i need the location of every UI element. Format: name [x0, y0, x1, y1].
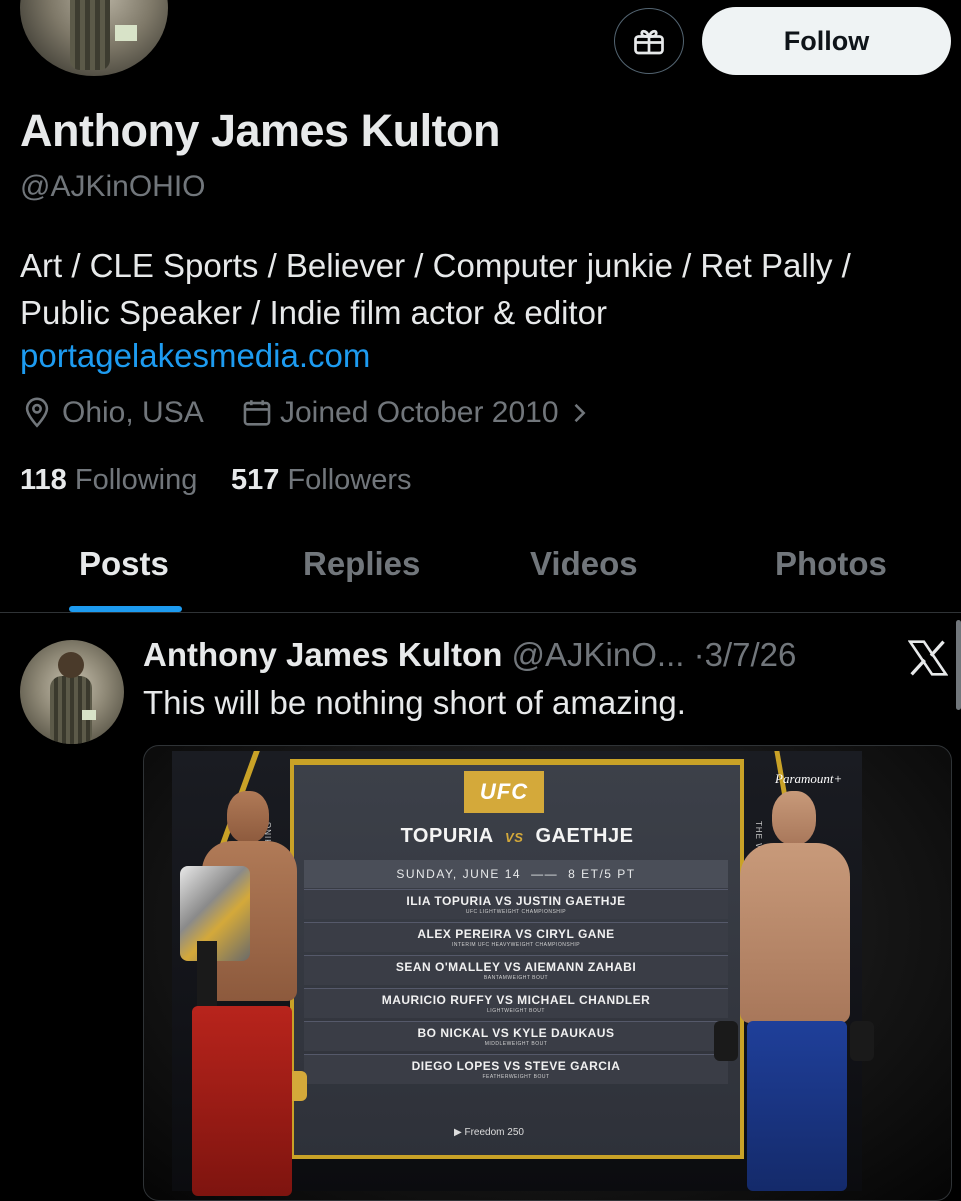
following-number: 118 [20, 464, 67, 496]
following-label: Following [74, 464, 198, 496]
main-event-vs: VS [505, 830, 524, 845]
location-pin-icon [25, 397, 49, 428]
profile-name: Anthony James Kulton [20, 105, 501, 156]
followers-count[interactable]: 517 Followers [231, 464, 412, 497]
bout-division: LIGHTWEIGHT BOUT [487, 1008, 545, 1014]
calendar-icon [243, 400, 271, 426]
bio-line: Public Speaker / Indie film actor & edit… [20, 294, 607, 331]
location: Ohio, USA [20, 396, 204, 430]
event-date: SUNDAY, JUNE 14 [396, 867, 522, 881]
bout-row: ALEX PEREIRA VS CIRYL GANE INTERIM UFC H… [304, 922, 728, 952]
scrollbar[interactable] [956, 620, 961, 710]
joined-text: Joined October 2010 [280, 396, 559, 429]
tab-posts[interactable]: Posts [79, 545, 169, 583]
gift-button[interactable] [614, 8, 684, 74]
fight-card-board: UFC TOPURIA VS GAETHJE SUNDAY, JUNE 14 —… [290, 759, 744, 1159]
bout-division: INTERIM UFC HEAVYWEIGHT CHAMPIONSHIP [451, 942, 581, 948]
gift-icon [634, 29, 664, 55]
bout-row: ILIA TOPURIA VS JUSTIN GAETHJE UFC LIGHT… [304, 889, 728, 919]
post-image[interactable]: WASHING THE WHITE HOUSE Paramount+ UFC T… [143, 745, 952, 1201]
location-text: Ohio, USA [62, 396, 204, 429]
bout-fighters: ILIA TOPURIA VS JUSTIN GAETHJE [406, 894, 626, 908]
followers-label: Followers [287, 464, 412, 496]
bout-fighters: DIEGO LOPES VS STEVE GARCIA [411, 1059, 621, 1073]
event-time: 8 ET/5 PT [568, 867, 636, 881]
chevron-right-icon [574, 403, 586, 423]
followers-number: 517 [231, 464, 280, 496]
bout-row: SEAN O'MALLEY VS AIEMANN ZAHABI BANTAMWE… [304, 955, 728, 985]
bout-fighters: MAURICIO RUFFY VS MICHAEL CHANDLER [381, 993, 651, 1007]
profile-bio: Art / CLE Sports / Believer / Computer j… [20, 242, 950, 336]
bout-row: BO NICKAL VS KYLE DAUKAUS MIDDLEWEIGHT B… [304, 1021, 728, 1051]
bout-row: DIEGO LOPES VS STEVE GARCIA FEATHERWEIGH… [304, 1054, 728, 1084]
follow-button[interactable]: Follow [702, 7, 951, 75]
post-text: This will be nothing short of amazing. [143, 684, 686, 721]
bout-fighters: ALEX PEREIRA VS CIRYL GANE [417, 927, 615, 941]
bio-line: Art / CLE Sports / Believer / Computer j… [20, 247, 851, 284]
tv-screen: WASHING THE WHITE HOUSE Paramount+ UFC T… [172, 751, 874, 1196]
tab-videos[interactable]: Videos [530, 545, 638, 583]
bout-fighters: SEAN O'MALLEY VS AIEMANN ZAHABI [395, 960, 637, 974]
following-count[interactable]: 118 Following [20, 464, 197, 497]
post-date[interactable]: 3/7/26 [705, 636, 797, 673]
event-title: TOPURIA VS GAETHJE [294, 825, 740, 848]
bout-division: UFC LIGHTWEIGHT CHAMPIONSHIP [465, 909, 567, 915]
tab-photos[interactable]: Photos [775, 545, 887, 583]
bout-fighters: BO NICKAL VS KYLE DAUKAUS [417, 1026, 615, 1040]
bout-division: FEATHERWEIGHT BOUT [482, 1074, 550, 1080]
tabs-divider [0, 612, 961, 613]
x-logo-icon[interactable] [908, 640, 948, 676]
post-separator: · [693, 636, 705, 673]
post-author[interactable]: Anthony James Kulton [143, 636, 502, 673]
network-logo: Paramount+ [775, 771, 843, 786]
bout-row: MAURICIO RUFFY VS MICHAEL CHANDLER LIGHT… [304, 988, 728, 1018]
event-footer: ▶ Freedom 250 [454, 1127, 524, 1138]
main-event-right: GAETHJE [535, 825, 634, 847]
bout-division: MIDDLEWEIGHT BOUT [484, 1041, 548, 1047]
fighter-right-image [702, 791, 874, 1191]
bout-division: BANTAMWEIGHT BOUT [483, 975, 549, 981]
profile-avatar[interactable] [20, 0, 168, 76]
event-date-row: SUNDAY, JUNE 14 —— 8 ET/5 PT [304, 860, 728, 888]
profile-handle: @AJKinOHIO [20, 170, 206, 203]
ufc-logo: UFC [464, 771, 544, 813]
tab-replies[interactable]: Replies [303, 545, 420, 583]
post-header: Anthony James Kulton @AJKinO... ·3/7/26 [143, 636, 796, 674]
joined-date[interactable]: Joined October 2010 [240, 396, 593, 430]
website-link[interactable]: portagelakesmedia.com [20, 337, 370, 375]
fighter-left-image [172, 791, 322, 1196]
main-event-left: TOPURIA [400, 825, 493, 847]
post-avatar[interactable] [20, 640, 124, 744]
post-handle[interactable]: @AJKinO... [512, 636, 685, 673]
